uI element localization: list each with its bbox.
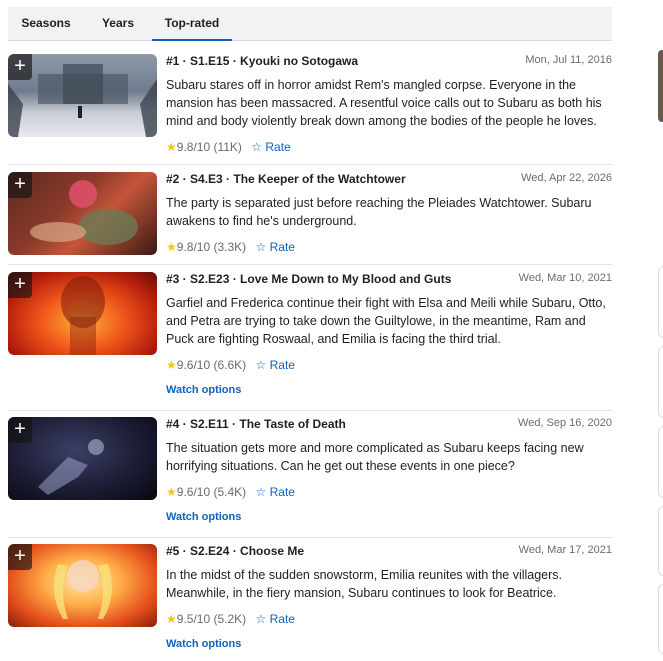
- sidebar-card-edge: [658, 506, 663, 576]
- watch-options-link[interactable]: Watch options: [166, 384, 241, 396]
- episode-item: + #3 · S2.E23 · Love Me Down to My Blood…: [8, 272, 612, 411]
- tab-seasons[interactable]: Seasons: [8, 7, 84, 40]
- episode-description: The party is separated just before reach…: [166, 196, 592, 228]
- episode-rating: ★9.6/10 (6.6K) ☆ Rate: [166, 358, 295, 372]
- episode-item: + #1 · S1.E15 · Kyouki no Sotogawa Mon, …: [8, 54, 612, 165]
- plus-icon: +: [14, 273, 26, 295]
- episode-title[interactable]: #4 · S2.E11 · The Taste of Death: [166, 417, 346, 431]
- rating-value: 9.8: [176, 240, 194, 254]
- rate-label: Rate: [269, 358, 295, 372]
- rate-label: Rate: [269, 612, 295, 626]
- tab-years[interactable]: Years: [84, 7, 152, 40]
- rating-value: 9.5: [176, 612, 194, 626]
- add-to-watchlist-button[interactable]: +: [8, 54, 32, 80]
- sidebar-card-edge: [658, 346, 663, 418]
- episode-thumbnail[interactable]: +: [8, 172, 157, 255]
- air-date: Wed, Sep 16, 2020: [518, 417, 612, 429]
- divider: [8, 410, 612, 411]
- rate-button[interactable]: ☆ Rate: [256, 240, 295, 254]
- plus-icon: +: [14, 173, 26, 195]
- episode-item: + #4 · S2.E11 · The Taste of Death Wed, …: [8, 417, 612, 538]
- add-to-watchlist-button[interactable]: +: [8, 544, 32, 570]
- rate-button[interactable]: ☆ Rate: [251, 140, 290, 154]
- episode-rating: ★9.6/10 (5.4K) ☆ Rate: [166, 485, 295, 499]
- episode-description: The situation gets more and more complic…: [166, 441, 584, 473]
- add-to-watchlist-button[interactable]: +: [8, 172, 32, 198]
- sidebar-card-edge: [658, 426, 663, 498]
- star-outline-icon: ☆: [255, 612, 267, 626]
- episode-description: In the midst of the sudden snowstorm, Em…: [166, 568, 563, 600]
- episode-thumbnail[interactable]: +: [8, 272, 157, 355]
- star-outline-icon: ☆: [255, 240, 267, 254]
- tab-top-rated[interactable]: Top-rated: [152, 7, 232, 41]
- rating-count: /10 (5.2K): [193, 612, 247, 626]
- plus-icon: +: [14, 545, 26, 567]
- episode-item: + #5 · S2.E24 · Choose Me Wed, Mar 17, 2…: [8, 544, 612, 654]
- watch-options-link[interactable]: Watch options: [166, 638, 241, 650]
- star-outline-icon: ☆: [255, 485, 267, 499]
- episode-title[interactable]: #2 · S4.E3 · The Keeper of the Watchtowe…: [166, 172, 406, 186]
- add-to-watchlist-button[interactable]: +: [8, 417, 32, 443]
- rating-value: 9.6: [176, 485, 194, 499]
- plus-icon: +: [14, 418, 26, 440]
- episode-title[interactable]: #1 · S1.E15 · Kyouki no Sotogawa: [166, 54, 358, 68]
- episode-rating: ★9.8/10 (11K) ☆ Rate: [166, 140, 291, 154]
- rate-label: Rate: [269, 485, 295, 499]
- rate-button[interactable]: ☆ Rate: [256, 612, 295, 626]
- rating-count: /10 (5.4K): [193, 485, 247, 499]
- air-date: Wed, Apr 22, 2026: [521, 172, 612, 184]
- star-icon: ★: [166, 140, 177, 154]
- episode-rating: ★9.8/10 (3.3K) ☆ Rate: [166, 240, 295, 254]
- sidebar-card-edge: [658, 266, 663, 338]
- episode-rating: ★9.5/10 (5.2K) ☆ Rate: [166, 612, 295, 626]
- episode-thumbnail[interactable]: +: [8, 544, 157, 627]
- episode-thumbnail[interactable]: +: [8, 54, 157, 137]
- divider: [8, 164, 612, 165]
- rating-count: /10 (11K): [193, 140, 242, 154]
- episode-description: Subaru stares off in horror amidst Rem's…: [166, 78, 602, 128]
- star-icon: ★: [166, 485, 177, 499]
- episode-thumbnail[interactable]: +: [8, 417, 157, 500]
- rate-label: Rate: [265, 140, 291, 154]
- rate-button[interactable]: ☆ Rate: [256, 358, 295, 372]
- right-sidebar-edge: [652, 0, 663, 661]
- episode-title[interactable]: #3 · S2.E23 · Love Me Down to My Blood a…: [166, 272, 451, 286]
- star-icon: ★: [166, 612, 177, 626]
- rating-count: /10 (3.3K): [193, 240, 247, 254]
- air-date: Wed, Mar 17, 2021: [518, 544, 612, 556]
- rate-label: Rate: [269, 240, 295, 254]
- rating-count: /10 (6.6K): [193, 358, 247, 372]
- rate-button[interactable]: ☆ Rate: [256, 485, 295, 499]
- episode-title[interactable]: #5 · S2.E24 · Choose Me: [166, 544, 304, 558]
- rating-value: 9.8: [176, 140, 194, 154]
- sidebar-poster-edge: [658, 50, 663, 122]
- star-outline-icon: ☆: [255, 358, 267, 372]
- episode-sort-tabs: Seasons Years Top-rated: [8, 7, 612, 41]
- air-date: Mon, Jul 11, 2016: [525, 54, 612, 66]
- air-date: Wed, Mar 10, 2021: [518, 272, 612, 284]
- star-outline-icon: ☆: [251, 140, 263, 154]
- star-icon: ★: [166, 240, 177, 254]
- watch-options-link[interactable]: Watch options: [166, 511, 241, 523]
- divider: [8, 537, 612, 538]
- episode-item: + #2 · S4.E3 · The Keeper of the Watchto…: [8, 172, 612, 265]
- add-to-watchlist-button[interactable]: +: [8, 272, 32, 298]
- sidebar-card-edge: [658, 584, 663, 654]
- star-icon: ★: [166, 358, 177, 372]
- episode-description: Garfiel and Frederica continue their fig…: [166, 296, 606, 346]
- rating-value: 9.6: [176, 358, 194, 372]
- plus-icon: +: [14, 55, 26, 77]
- divider: [8, 264, 612, 265]
